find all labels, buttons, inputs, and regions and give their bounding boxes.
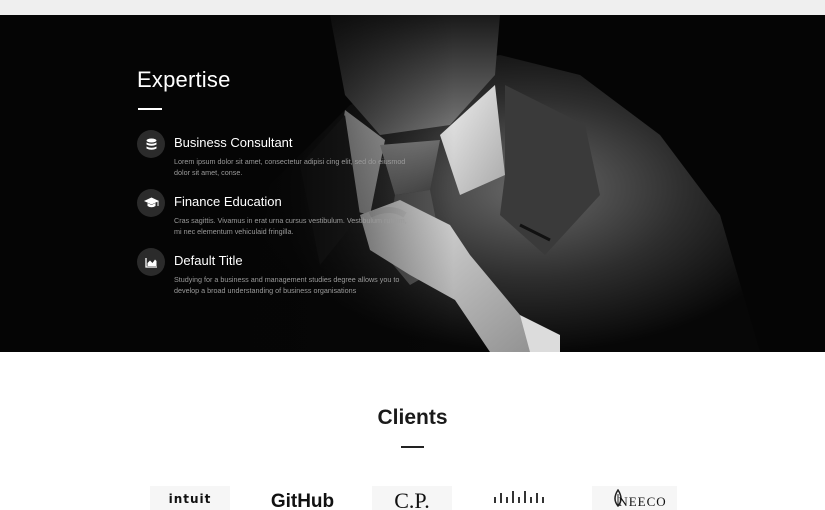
graduation-cap-icon [137, 189, 165, 217]
client-logo-github[interactable]: GitHub [255, 486, 350, 510]
client-logo-text: NEECO [618, 494, 667, 509]
top-bar [0, 0, 825, 15]
expertise-item-title: Default Title [174, 253, 243, 268]
clients-title: Clients [377, 406, 448, 429]
database-icon [137, 130, 165, 158]
expertise-item-description: Studying for a business and management s… [174, 275, 400, 295]
client-logo-cp[interactable]: C.P. [372, 486, 452, 510]
cisco-bars-icon [494, 491, 544, 503]
client-logo-intuit[interactable]: intuit [150, 486, 230, 510]
expertise-item-title: Business Consultant [174, 135, 293, 150]
expertise-item-description: Cras sagittis. Vivamus in erat urna curs… [174, 216, 407, 236]
expertise-title: Expertise [137, 67, 231, 92]
client-logo-text: GitHub [270, 491, 335, 510]
expertise-item-description: Lorem ipsum dolor sit amet, consectetur … [174, 157, 406, 177]
expertise-section: Expertise Business Consultant Lorem ipsu… [0, 15, 825, 352]
client-logo-cisco[interactable]: cisco [480, 486, 560, 510]
area-chart-icon [137, 248, 165, 276]
title-divider [138, 108, 162, 110]
clients-divider [401, 446, 424, 448]
hero-photo [0, 15, 825, 352]
expertise-item-title: Finance Education [174, 194, 282, 209]
client-logo-text: C.P. [394, 488, 430, 510]
client-logo-neeco[interactable]: NEECO [592, 486, 677, 510]
client-logo-text: intuit [168, 492, 212, 506]
